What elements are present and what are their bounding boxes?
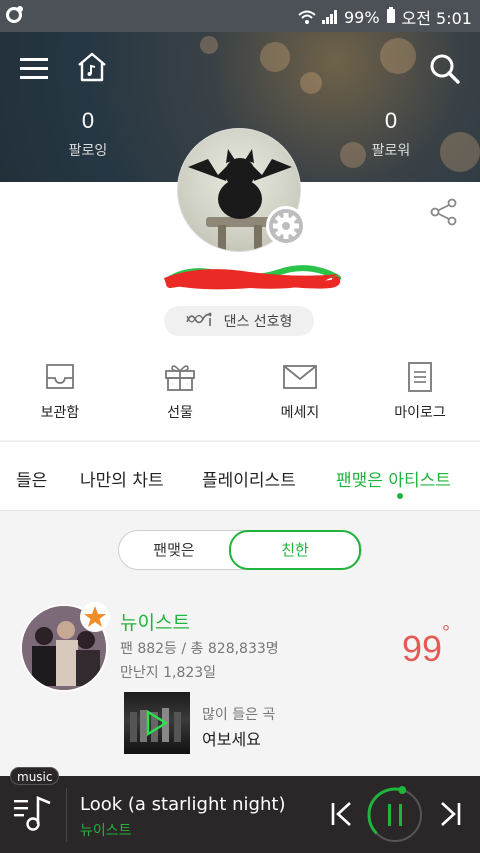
pause-icon — [388, 804, 391, 826]
tab-fan-artists[interactable]: 팬맺은 아티스트 — [336, 466, 451, 491]
genre-label: 댄스 선호형 — [223, 314, 293, 330]
progress-ring — [367, 787, 423, 843]
toggle-fan-order[interactable]: 팬맺은 — [119, 531, 229, 569]
profile-section: 댄스 선호형 보관함 선물 메세지 마이로그 — [0, 128, 480, 440]
followers-count: 0 — [384, 108, 398, 133]
song-album-art[interactable] — [124, 692, 190, 754]
wifi-icon — [298, 10, 316, 24]
menu-icon[interactable] — [20, 56, 48, 84]
battery-icon — [386, 7, 396, 27]
tab-listened[interactable]: 들은 — [16, 466, 47, 491]
bokeh-decoration — [200, 36, 218, 54]
message-label: 메세지 — [280, 405, 320, 421]
clock: 오전 5:01 — [401, 9, 472, 28]
artist-name[interactable]: 뉴이스트 — [120, 608, 190, 635]
music-home-icon[interactable] — [76, 52, 108, 86]
days-together: 만난지 1,823일 — [120, 665, 217, 681]
toggle-closeness[interactable]: 친한 — [229, 530, 361, 570]
document-icon — [405, 362, 435, 396]
action-bar: 보관함 선물 메세지 마이로그 — [0, 362, 480, 422]
bokeh-decoration — [380, 38, 416, 74]
status-bar: 99% 오전 5:01 — [0, 0, 480, 32]
degree-unit: ° — [442, 622, 451, 644]
following-stat[interactable]: 0 팔로잉 — [43, 108, 133, 160]
app-notification-icon — [6, 6, 23, 23]
music-badge: music — [10, 767, 60, 785]
following-label: 팔로잉 — [68, 143, 108, 159]
tab-playlist[interactable]: 플레이리스트 — [202, 466, 296, 491]
signal-icon — [321, 10, 338, 24]
tab-my-chart[interactable]: 나만의 차트 — [80, 466, 164, 491]
player-divider — [66, 788, 67, 842]
closeness-score: 99° — [402, 622, 450, 670]
bokeh-decoration — [260, 42, 290, 72]
favorite-star-icon — [80, 602, 110, 632]
now-playing-artist[interactable]: 뉴이스트 — [80, 820, 132, 840]
mylog-label: 마이로그 — [394, 405, 446, 421]
following-count: 0 — [81, 108, 95, 133]
inbox-icon — [43, 364, 77, 396]
progress-knob — [398, 786, 407, 795]
bokeh-decoration — [300, 72, 322, 94]
search-icon[interactable] — [430, 54, 460, 88]
followers-stat[interactable]: 0 팔로워 — [346, 108, 436, 160]
battery-text: 99% — [343, 7, 380, 27]
gift-button[interactable]: 선물 — [120, 362, 240, 422]
share-icon[interactable] — [430, 198, 458, 230]
status-bar-right: 99% 오전 5:01 — [298, 5, 472, 29]
active-tab-indicator — [397, 493, 403, 499]
bokeh-decoration — [440, 132, 480, 172]
redacted-username — [160, 262, 342, 294]
fan-rank: 팬 882등 / 총 828,833명 — [120, 641, 279, 657]
now-playing-title[interactable]: Look (a starlight night) — [80, 794, 285, 815]
wave-music-icon — [185, 310, 216, 332]
most-played-label: 많이 들은 곡 — [202, 707, 276, 723]
most-played-song[interactable]: 여보세요 — [202, 726, 261, 750]
gift-label: 선물 — [167, 405, 193, 421]
settings-gear-icon[interactable] — [266, 206, 306, 246]
playlist-music-icon[interactable] — [14, 794, 54, 838]
storage-label: 보관함 — [40, 405, 80, 421]
content-tabs: 들은 나만의 차트 플레이리스트 팬맺은 아티스트 — [0, 441, 480, 511]
mini-player: Look (a starlight night) 뉴이스트 — [0, 776, 480, 853]
mail-icon — [282, 365, 318, 396]
followers-label: 팔로워 — [371, 143, 411, 159]
sort-toggle: 팬맺은 친한 — [118, 530, 362, 570]
genre-preference-badge[interactable]: 댄스 선호형 — [164, 306, 314, 336]
closeness-score-value: 99 — [402, 628, 443, 669]
gift-icon — [163, 365, 197, 396]
storage-button[interactable]: 보관함 — [0, 362, 120, 422]
message-button[interactable]: 메세지 — [240, 362, 360, 422]
artist-card[interactable]: 뉴이스트 팬 882등 / 총 828,833명 만난지 1,823일 99° … — [0, 590, 480, 776]
previous-track-icon[interactable] — [330, 800, 354, 832]
mylog-button[interactable]: 마이로그 — [360, 362, 480, 422]
next-track-icon[interactable] — [438, 800, 462, 832]
pause-button[interactable] — [366, 786, 424, 848]
